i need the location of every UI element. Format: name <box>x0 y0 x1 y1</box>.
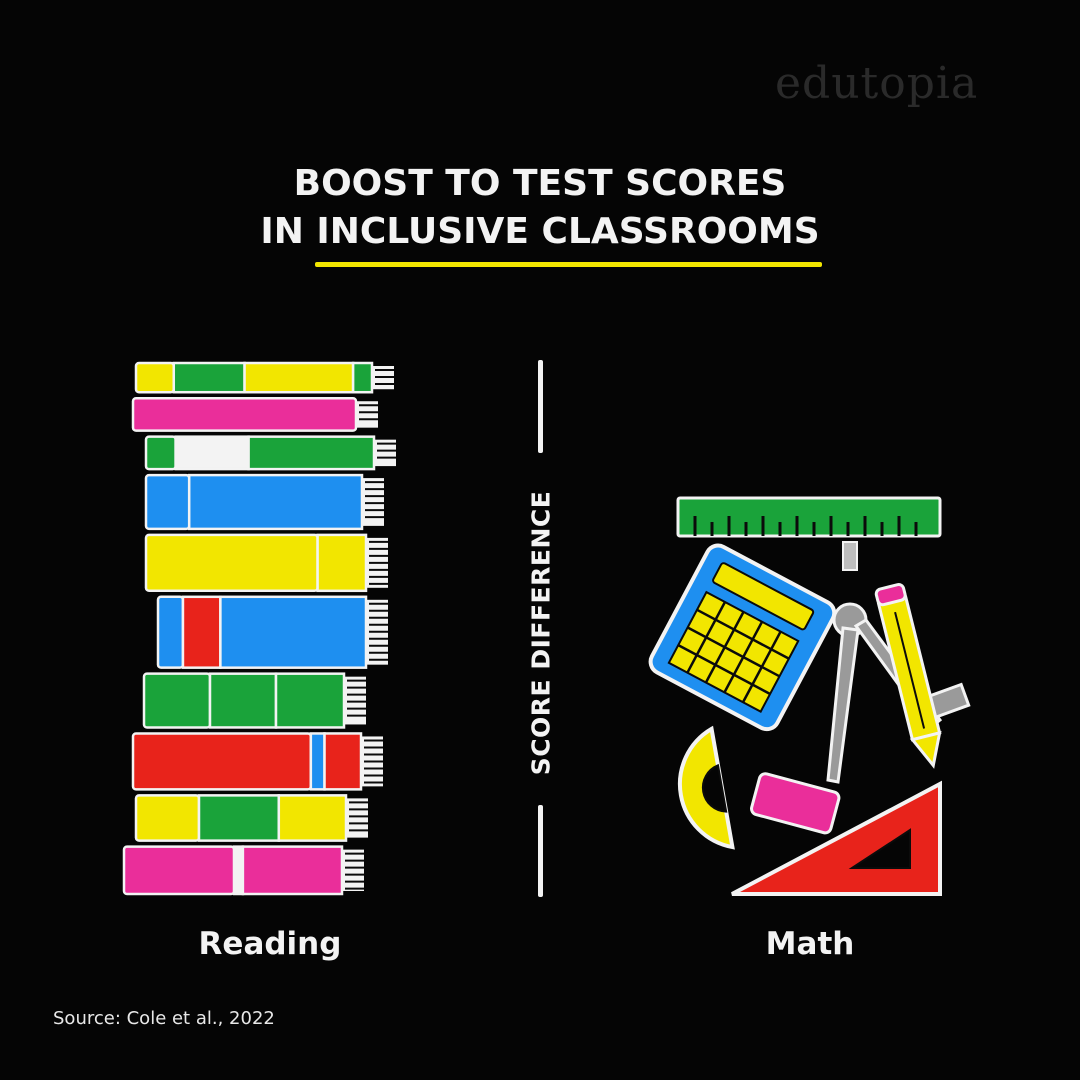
y-axis-label: SCORE DIFFERENCE <box>513 478 569 788</box>
book-10 <box>134 361 394 394</box>
math-bar-tools-pile <box>648 496 971 896</box>
book-4 <box>142 672 366 729</box>
book-2 <box>134 794 368 842</box>
axis-line-bottom <box>538 805 543 897</box>
protractor-icon <box>677 725 735 850</box>
book-9 <box>131 396 378 432</box>
book-7 <box>144 473 384 531</box>
book-8 <box>144 435 396 471</box>
reading-bar-book-stack <box>122 361 396 896</box>
y-axis-label-text: SCORE DIFFERENCE <box>526 490 556 776</box>
book-5 <box>156 595 388 669</box>
book-3 <box>131 732 383 791</box>
pencil-icon <box>874 583 942 769</box>
calculator-icon <box>648 543 837 732</box>
book-1 <box>122 845 364 896</box>
axis-line-top <box>538 360 543 453</box>
source-note: Source: Cole et al., 2022 <box>53 1008 275 1029</box>
category-label-reading: Reading <box>198 926 342 962</box>
eraser-icon <box>750 772 841 835</box>
book-6 <box>144 533 388 593</box>
category-label-math: Math <box>765 926 855 962</box>
infographic-canvas: edutopia BOOST TO TEST SCORES IN INCLUSI… <box>0 0 1080 1080</box>
ruler-icon <box>676 496 942 538</box>
